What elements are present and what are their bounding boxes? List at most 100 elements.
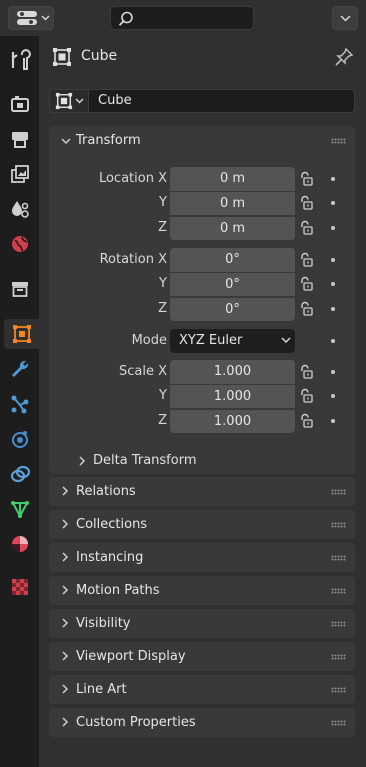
tab-object[interactable] xyxy=(4,319,39,349)
tab-scene[interactable] xyxy=(4,194,36,224)
tab-material[interactable] xyxy=(4,529,36,559)
chevron-right-icon xyxy=(62,618,69,628)
line-art-panel[interactable]: Line Art xyxy=(49,675,355,704)
context-bar: Cube xyxy=(39,36,366,78)
lock-icon[interactable] xyxy=(298,220,314,240)
object-name-box: Cube xyxy=(49,89,355,113)
tab-collection[interactable] xyxy=(4,274,36,304)
object-type-dropdown[interactable] xyxy=(49,89,89,113)
keyframe-dot[interactable] xyxy=(331,307,335,311)
motion-paths-panel[interactable]: Motion Paths xyxy=(49,576,355,605)
transform-panel: Transform Location X Y Z 0 m 0 m 0 m Rot… xyxy=(49,126,355,474)
relations-panel[interactable]: Relations xyxy=(49,477,355,506)
keyframe-dot[interactable] xyxy=(331,419,335,423)
drag-grip-icon[interactable] xyxy=(331,621,346,627)
chevron-right-icon xyxy=(62,684,69,694)
rotation-z-label: Z xyxy=(158,301,167,316)
rotation-mode-dropdown[interactable]: XYZ Euler xyxy=(170,329,295,353)
keyframe-dot[interactable] xyxy=(331,282,335,286)
lock-icon[interactable] xyxy=(298,364,314,384)
scene-icon xyxy=(12,201,29,218)
keyframe-dot[interactable] xyxy=(331,201,335,205)
rotation-z-field[interactable]: 0° xyxy=(170,297,295,321)
rotation-y-field[interactable]: 0° xyxy=(170,272,295,296)
drag-grip-icon[interactable] xyxy=(331,687,346,693)
location-y-field[interactable]: 0 m xyxy=(170,191,295,215)
options-menu-button[interactable] xyxy=(332,6,358,30)
keyframe-dot[interactable] xyxy=(331,226,335,230)
tab-constraints[interactable] xyxy=(4,459,36,489)
location-z-field[interactable]: 0 m xyxy=(170,216,295,240)
view-layer-icon xyxy=(11,165,29,183)
drag-grip-icon[interactable] xyxy=(331,555,346,561)
object-name-field[interactable]: Cube xyxy=(89,89,355,113)
scale-x-label: Scale X xyxy=(118,364,167,379)
location-x-field[interactable]: 0 m xyxy=(170,167,295,191)
lock-icon[interactable] xyxy=(298,413,314,433)
panel-title: Collections xyxy=(76,517,148,532)
chevron-right-icon xyxy=(62,519,69,529)
tab-tool[interactable] xyxy=(4,45,36,75)
drag-grip-icon[interactable] xyxy=(331,720,346,726)
properties-editor-icon xyxy=(17,11,37,25)
drag-grip-icon[interactable] xyxy=(331,654,346,660)
constraints-icon xyxy=(10,465,31,483)
search-input[interactable] xyxy=(110,6,254,30)
drag-grip-icon[interactable] xyxy=(331,522,346,528)
chevron-down-icon xyxy=(75,98,84,104)
keyframe-dot[interactable] xyxy=(331,394,335,398)
lock-icon[interactable] xyxy=(298,276,314,296)
panel-title: Line Art xyxy=(76,682,127,697)
lock-icon[interactable] xyxy=(298,171,314,191)
custom-properties-panel[interactable]: Custom Properties xyxy=(49,708,355,737)
scale-z-label: Z xyxy=(158,413,167,428)
scale-x-field[interactable]: 1.000 xyxy=(170,360,295,384)
pin-icon[interactable] xyxy=(334,47,354,67)
instancing-panel[interactable]: Instancing xyxy=(49,543,355,572)
chevron-down-icon xyxy=(339,14,351,22)
collections-panel[interactable]: Collections xyxy=(49,510,355,539)
tool-icon xyxy=(11,49,31,70)
chevron-right-icon xyxy=(62,717,69,727)
wrench-icon xyxy=(12,360,29,377)
drag-grip-icon[interactable] xyxy=(331,588,346,594)
panel-title: Relations xyxy=(76,484,136,499)
tab-output[interactable] xyxy=(4,124,36,154)
tab-world[interactable] xyxy=(4,229,36,259)
scale-y-field[interactable]: 1.000 xyxy=(170,384,295,408)
tab-data[interactable] xyxy=(4,494,36,524)
visibility-panel[interactable]: Visibility xyxy=(49,609,355,638)
delta-transform-subpanel[interactable]: Delta Transform xyxy=(93,453,196,468)
lock-icon[interactable] xyxy=(298,388,314,408)
tab-physics[interactable] xyxy=(4,424,36,454)
editor-type-button[interactable] xyxy=(8,6,54,30)
lock-icon[interactable] xyxy=(298,301,314,321)
lock-icon[interactable] xyxy=(298,195,314,215)
lock-icon[interactable] xyxy=(298,252,314,272)
drag-grip-icon[interactable] xyxy=(331,138,346,144)
properties-tabs xyxy=(0,36,39,767)
keyframe-dot[interactable] xyxy=(331,370,335,374)
rotation-mode-value: XYZ Euler xyxy=(179,333,243,348)
chevron-right-icon xyxy=(62,552,69,562)
render-icon xyxy=(11,96,29,112)
transform-panel-header[interactable]: Transform xyxy=(49,126,355,156)
tab-modifiers[interactable] xyxy=(4,354,36,384)
rotation-x-field[interactable]: 0° xyxy=(170,248,295,272)
mode-label: Mode xyxy=(131,333,167,348)
chevron-right-icon[interactable] xyxy=(77,455,87,467)
tab-view-layer[interactable] xyxy=(4,159,36,189)
drag-grip-icon[interactable] xyxy=(331,489,346,495)
tab-particles[interactable] xyxy=(4,389,36,419)
viewport-display-panel[interactable]: Viewport Display xyxy=(49,642,355,671)
mesh-data-icon xyxy=(11,501,29,519)
tab-texture[interactable] xyxy=(4,572,36,602)
keyframe-dot[interactable] xyxy=(331,339,335,343)
tab-render[interactable] xyxy=(4,89,36,119)
keyframe-dot[interactable] xyxy=(331,258,335,262)
object-icon xyxy=(55,92,73,110)
keyframe-dot[interactable] xyxy=(331,177,335,181)
scale-z-field[interactable]: 1.000 xyxy=(170,409,295,433)
context-object-name: Cube xyxy=(81,48,118,64)
search-icon xyxy=(118,11,133,26)
